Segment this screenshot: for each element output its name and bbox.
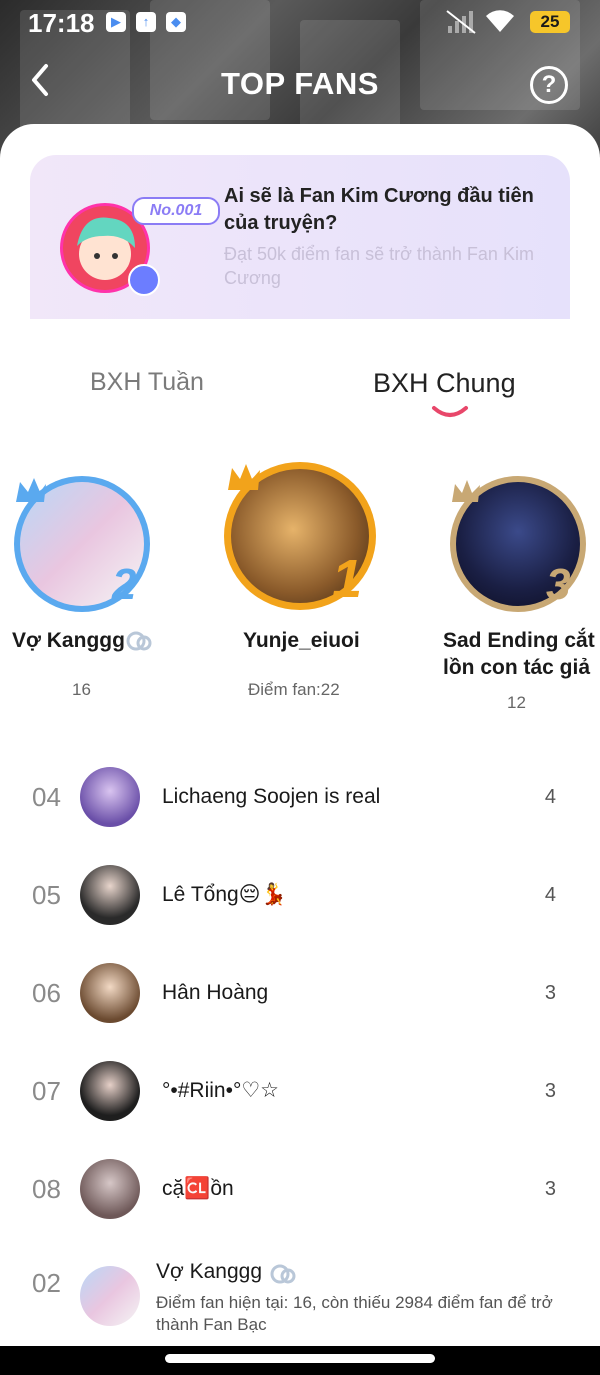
upload-notification-icon: ↑ — [136, 12, 156, 32]
rank-badge: No.001 — [132, 197, 220, 225]
first-name: Yunje_eiuoi — [243, 629, 360, 652]
fan-score: 3 — [544, 1080, 556, 1102]
banner-title: Ai sẽ là Fan Kim Cương đầu tiên của truy… — [224, 185, 534, 234]
app-store-notification-icon: ◆ — [166, 12, 186, 32]
silver-crown-icon — [16, 478, 46, 502]
system-navigation-bar — [0, 1346, 600, 1375]
third-score: 12 — [507, 693, 526, 712]
rank-number: 05 — [32, 880, 61, 910]
list-item[interactable]: 07 °•#Riin•°♡☆ 3 — [0, 1042, 600, 1140]
first-score: Điểm fan:22 — [248, 680, 340, 699]
rank-number: 06 — [32, 978, 61, 1008]
tab-general-ranking[interactable]: BXH Chung — [373, 368, 516, 399]
list-item[interactable]: 08 cặ🆑ồn 3 — [0, 1140, 600, 1238]
fan-score: 3 — [544, 982, 556, 1004]
avatar — [80, 1061, 140, 1121]
list-item[interactable]: 05 Lê Tổng😔💃 4 — [0, 846, 600, 944]
third-rank-number: 3 — [546, 560, 571, 609]
silver-badge-icon — [270, 1264, 296, 1284]
battery-icon: 25 — [530, 11, 570, 33]
diamond-icon — [128, 264, 160, 296]
fan-name: °•#Riin•°♡☆ — [162, 1079, 280, 1102]
second-rank-number: 2 — [112, 560, 137, 609]
fan-name: Lichaeng Soojen is real — [162, 785, 381, 808]
fan-score: 3 — [544, 1178, 556, 1200]
fan-name: Lê Tổng😔💃 — [162, 883, 287, 906]
gold-crown-icon — [228, 464, 260, 490]
wifi-icon — [486, 10, 514, 32]
avatar — [80, 865, 140, 925]
avatar — [80, 767, 140, 827]
list-item[interactable]: 06 Hân Hoàng 3 — [0, 944, 600, 1042]
my-name: Vợ Kanggg — [156, 1260, 263, 1283]
second-score: 16 — [72, 680, 91, 699]
second-name: Vợ Kanggg — [12, 629, 125, 652]
status-time: 17:18 — [28, 8, 95, 38]
my-rank-number: 02 — [32, 1268, 61, 1298]
rank-number: 04 — [32, 782, 61, 812]
fan-score: 4 — [544, 884, 556, 906]
tab-active-indicator — [432, 406, 468, 417]
rank-number: 07 — [32, 1076, 61, 1106]
rank-number: 08 — [32, 1174, 61, 1204]
third-name-line1: Sad Ending cắt — [443, 629, 595, 652]
app-notification-icon: ▶ — [106, 12, 126, 32]
first-rank-number: 1 — [332, 549, 363, 609]
page-title: TOP FANS — [221, 66, 379, 101]
home-indicator[interactable] — [165, 1354, 435, 1363]
third-name-line2: lồn con tác giả — [443, 656, 591, 679]
help-icon[interactable]: ? — [530, 66, 568, 104]
avatar — [80, 963, 140, 1023]
my-avatar — [80, 1266, 140, 1326]
fan-name: Hân Hoàng — [162, 981, 269, 1004]
bronze-crown-icon — [452, 480, 480, 502]
list-item[interactable]: 04 Lichaeng Soojen is real 4 — [0, 748, 600, 846]
top-bar: TOP FANS ? — [0, 52, 600, 112]
banner-subtitle: Đạt 50k điểm fan sẽ trở thành Fan Kim Cư… — [224, 244, 534, 288]
silver-badge-icon — [126, 631, 152, 651]
signal-icon — [446, 10, 476, 34]
fan-name: cặ🆑ồn — [162, 1177, 234, 1200]
my-rank-row[interactable]: 02 Vợ Kanggg Điểm fan hiện tại: 16, còn … — [0, 1250, 600, 1346]
tab-weekly-ranking[interactable]: BXH Tuần — [90, 368, 204, 397]
status-bar: 17:18 ▶ ↑ ◆ 25 — [0, 0, 600, 46]
fan-score: 4 — [544, 786, 556, 808]
my-fan-progress-text: Điểm fan hiện tại: 16, còn thiếu 2984 đi… — [156, 1293, 553, 1334]
avatar — [80, 1159, 140, 1219]
